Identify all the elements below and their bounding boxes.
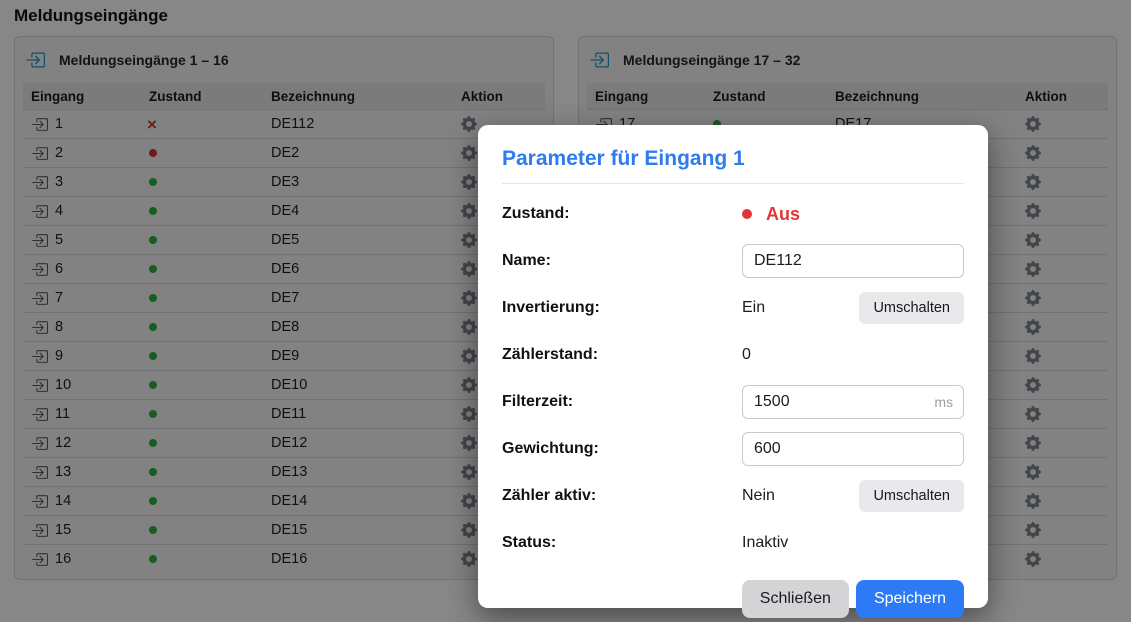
invertierung-row: Invertierung:Ein Umschalten (502, 291, 964, 325)
divider (502, 183, 964, 184)
status-value: Inaktiv (742, 534, 964, 552)
zaehler-aktiv-toggle-button[interactable]: Umschalten (859, 480, 964, 512)
zaehlerstand-row: Zählerstand:0 (502, 338, 964, 372)
close-button[interactable]: Schließen (742, 580, 849, 618)
parameter-dialog: Parameter für Eingang 1 Zustand: Aus Name:… (478, 125, 988, 608)
zaehler-aktiv-label: Zähler aktiv: (502, 487, 742, 505)
filterzeit-input[interactable] (742, 385, 964, 419)
name-label: Name: (502, 252, 742, 270)
save-button[interactable]: Speichern (856, 580, 964, 618)
zaehler-aktiv-value: Nein Umschalten (742, 480, 964, 512)
invertierung-text: Ein (742, 299, 765, 317)
status-row: Status:Inaktiv (502, 526, 964, 560)
page: Meldungseingänge Meldungseingänge 1 – 16… (0, 0, 1131, 622)
zaehlerstand-text: 0 (742, 346, 751, 364)
zaehlerstand-label: Zählerstand: (502, 346, 742, 364)
name-value (742, 244, 964, 278)
input-with-unit: ms (742, 385, 964, 419)
gewichtung-value (742, 432, 964, 466)
invertierung-toggle-button[interactable]: Umschalten (859, 292, 964, 324)
zustand-label: Zustand: (502, 205, 742, 223)
zaehlerstand-value: 0 (742, 346, 964, 364)
dialog-title: Parameter für Eingang 1 (502, 147, 964, 183)
gewichtung-label: Gewichtung: (502, 440, 742, 458)
status-label: Status: (502, 534, 742, 552)
zustand-value: Aus (742, 204, 964, 225)
zustand-row: Zustand: Aus (502, 197, 964, 231)
state-text: Aus (766, 204, 800, 225)
gewichtung-input[interactable] (742, 432, 964, 466)
status-dot-icon (742, 209, 752, 219)
invertierung-value: Ein Umschalten (742, 292, 964, 324)
filterzeit-label: Filterzeit: (502, 393, 742, 411)
filterzeit-value: ms (742, 385, 964, 419)
name-row: Name: (502, 244, 964, 278)
filterzeit-unit-label: ms (934, 394, 953, 410)
name-input[interactable] (742, 244, 964, 278)
status-text: Inaktiv (742, 534, 788, 552)
filterzeit-row: Filterzeit: ms (502, 385, 964, 419)
zaehler-aktiv-text: Nein (742, 487, 775, 505)
gewichtung-row: Gewichtung: (502, 432, 964, 466)
zaehler-aktiv-row: Zähler aktiv:Nein Umschalten (502, 479, 964, 513)
invertierung-label: Invertierung: (502, 299, 742, 317)
